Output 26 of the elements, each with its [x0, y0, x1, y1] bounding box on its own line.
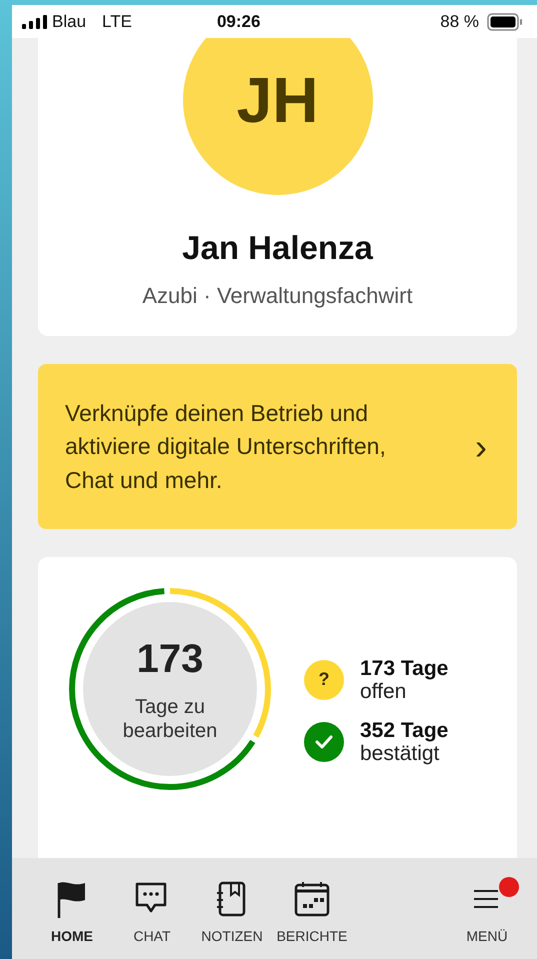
signal-icon: [22, 14, 48, 28]
nav-tab[interactable]: NOTIZEN: [192, 880, 272, 947]
battery-percent: 88 %: [440, 10, 479, 33]
nav-tab[interactable]: BERICHTE: [272, 880, 352, 947]
avatar-initials: JH: [182, 38, 372, 195]
network-type: LTE: [102, 10, 132, 33]
carrier-name: Blau: [52, 10, 86, 33]
profile-name: Jan Halenza: [182, 228, 373, 268]
calendar-icon: [293, 880, 331, 918]
chevron-icon: ›: [475, 420, 487, 474]
profile-role: Azubi · Verwaltungsfachwirt: [142, 282, 413, 310]
nav-tab[interactable]: MENÜ: [447, 880, 527, 947]
legend-label: bestätigt: [360, 742, 440, 765]
link-banner[interactable]: Verknüpfe deinen Betrieb und aktiviere digitale Unterschriften, Chat und mehr. ›: [38, 364, 517, 528]
notification-dot: [499, 877, 519, 897]
nav-tab[interactable]: CHAT: [112, 880, 192, 947]
legend-value: 352 Tage: [360, 718, 448, 742]
ring-caption: Tage zu bearbeiten: [122, 696, 218, 742]
banner-text: Verknüpfe deinen Betrieb und aktiviere digitale Unterschriften, Chat und mehr.: [65, 398, 387, 495]
day-count: 173: [136, 636, 204, 680]
clock-time: 09:26: [216, 10, 260, 33]
legend-value: 173 Tage: [360, 656, 448, 680]
question-icon: ?: [304, 660, 344, 700]
battery-icon: [487, 12, 523, 30]
legend-label: offen: [360, 680, 408, 703]
nav-tab[interactable]: HOME: [32, 880, 112, 947]
